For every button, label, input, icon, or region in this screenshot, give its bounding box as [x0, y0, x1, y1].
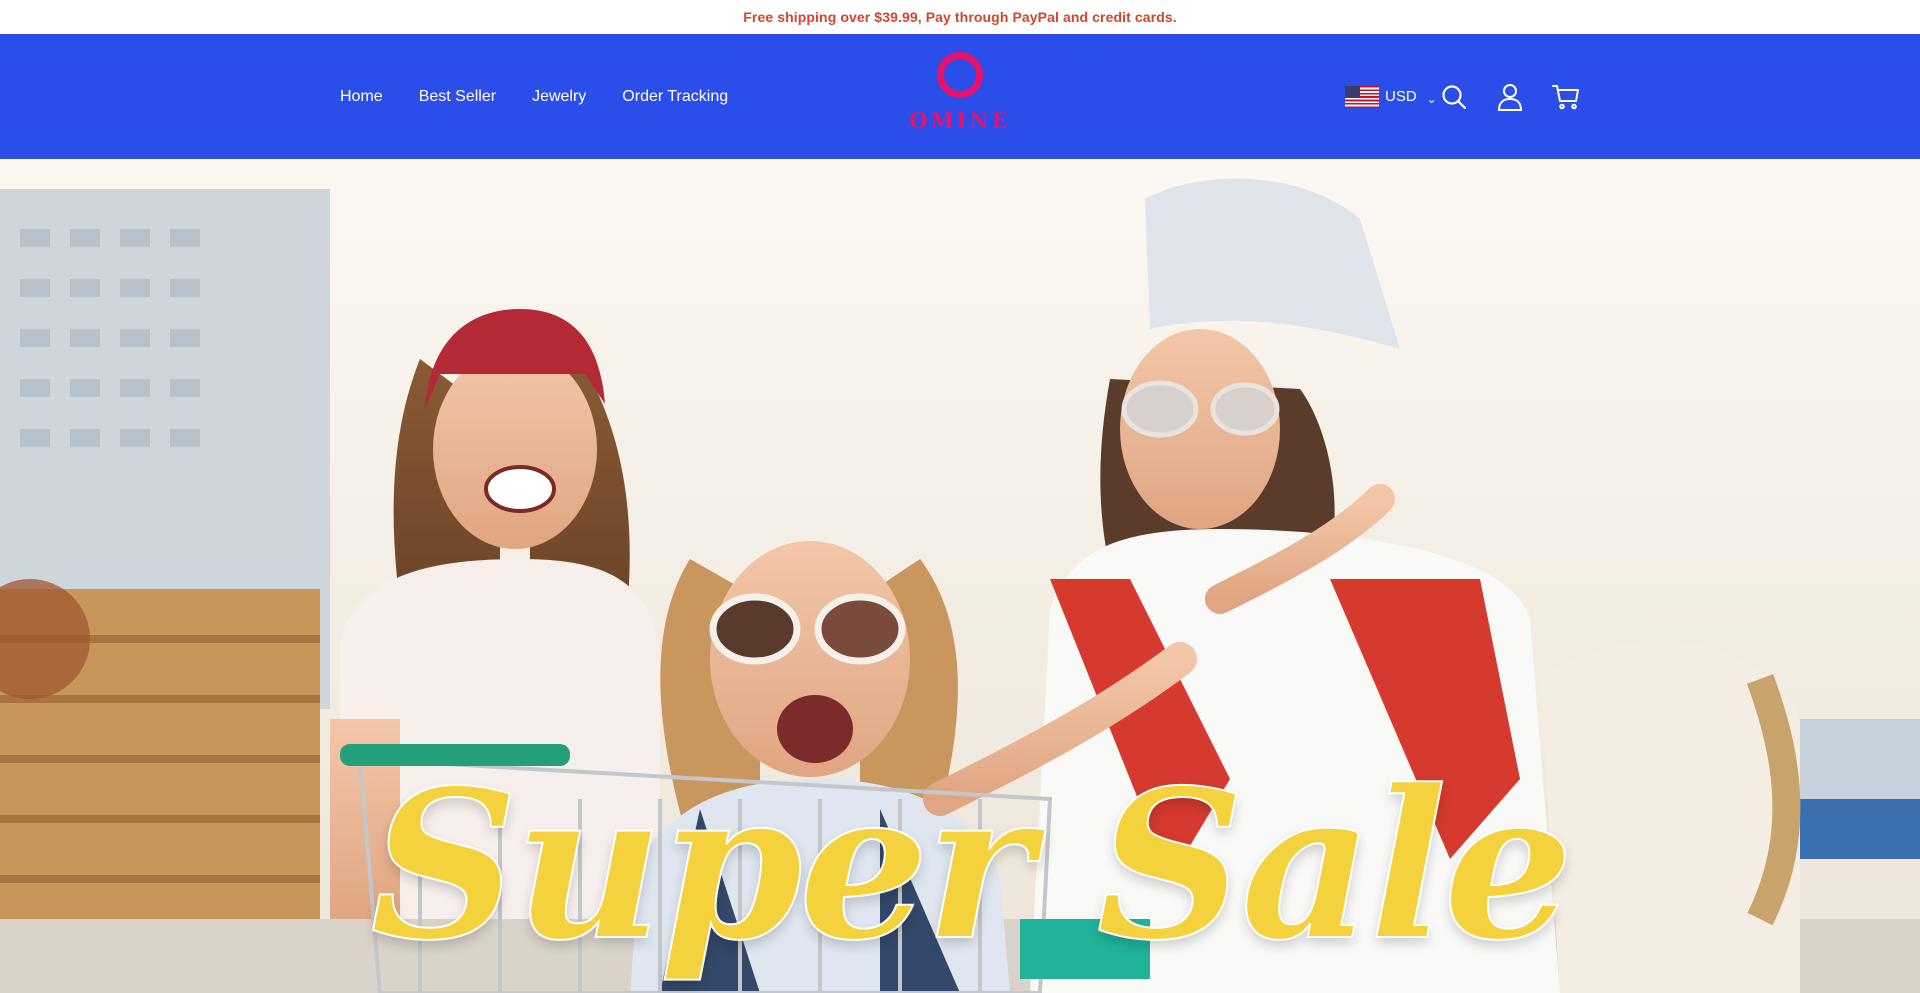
chevron-down-icon: ⌄ — [1426, 91, 1437, 106]
site-logo[interactable]: OMINE — [900, 50, 1020, 142]
search-icon — [1442, 84, 1466, 109]
header-tools: USD ⌄ — [1345, 34, 1581, 159]
cart-button[interactable] — [1551, 82, 1581, 112]
us-flag-icon — [1345, 85, 1379, 108]
hero-banner[interactable]: Super Sale — [0, 159, 1920, 993]
logo-wordmark: OMINE — [909, 108, 1011, 133]
main-nav: Home Best Seller Jewelry Order Tracking — [340, 34, 764, 159]
nav-item-home[interactable]: Home — [340, 88, 383, 106]
currency-code: USD — [1385, 88, 1417, 105]
nav-item-jewelry[interactable]: Jewelry — [532, 88, 586, 106]
account-button[interactable] — [1495, 82, 1525, 112]
site-header: Home Best Seller Jewelry Order Tracking … — [0, 34, 1920, 159]
logo-ring-icon — [937, 52, 983, 98]
announcement-bar: Free shipping over $39.99, Pay through P… — [0, 0, 1920, 34]
cart-icon — [1551, 84, 1579, 109]
nav-item-best-seller[interactable]: Best Seller — [419, 88, 496, 106]
announcement-text: Free shipping over $39.99, Pay through P… — [743, 9, 1177, 25]
currency-selector[interactable]: USD ⌄ — [1345, 82, 1437, 112]
search-button[interactable] — [1439, 82, 1469, 112]
hero-headline: Super Sale — [369, 746, 1574, 986]
user-icon — [1497, 83, 1522, 111]
nav-item-order-tracking[interactable]: Order Tracking — [622, 88, 728, 106]
